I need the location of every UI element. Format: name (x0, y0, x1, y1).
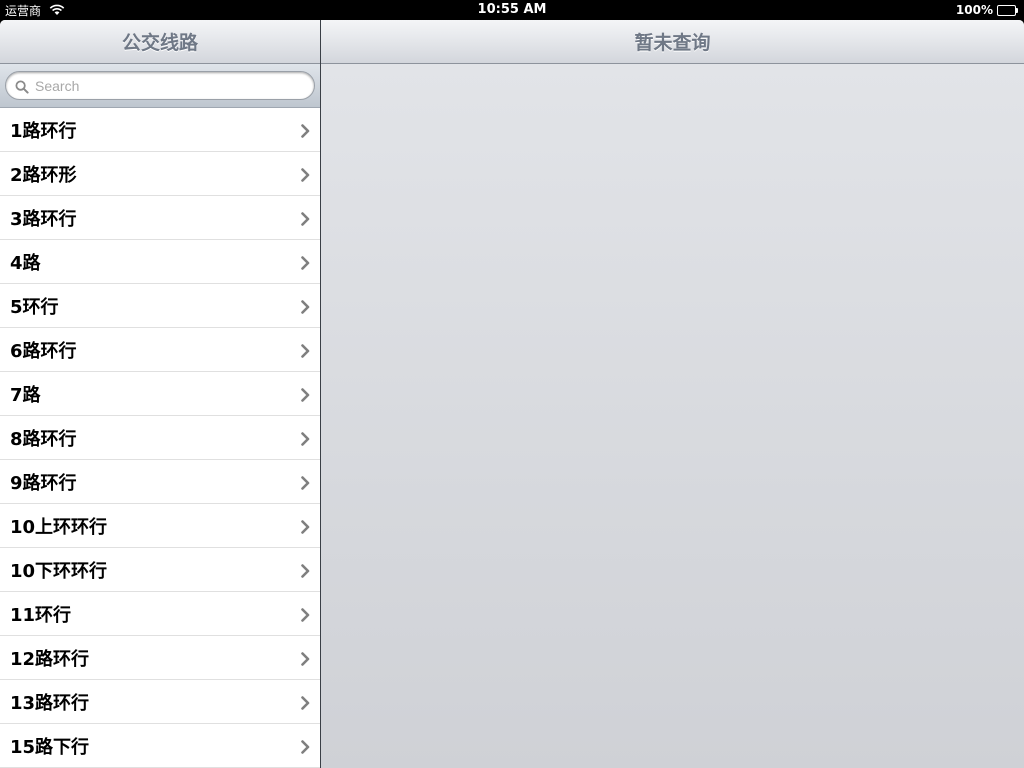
chevron-right-icon (301, 299, 310, 314)
search-input[interactable] (35, 77, 285, 94)
route-label: 2路环形 (10, 164, 77, 186)
search-field[interactable] (5, 71, 315, 100)
route-list-item[interactable]: 10下环环行 (0, 548, 320, 592)
route-list-item[interactable]: 15路下行 (0, 724, 320, 768)
route-list-item[interactable]: 1路环行 (0, 108, 320, 152)
route-label: 3路环行 (10, 208, 77, 230)
route-label: 15路下行 (10, 736, 90, 758)
route-list-item[interactable]: 6路环行 (0, 328, 320, 372)
route-label: 10下环环行 (10, 560, 108, 582)
route-list-item[interactable]: 4路 (0, 240, 320, 284)
chevron-right-icon (301, 695, 310, 710)
route-label: 8路环行 (10, 428, 77, 450)
status-time: 10:55 AM (477, 2, 547, 17)
route-label: 9路环行 (10, 472, 77, 494)
route-list-item[interactable]: 8路环行 (0, 416, 320, 460)
chevron-right-icon (301, 255, 310, 270)
chevron-right-icon (301, 123, 310, 138)
route-list-item[interactable]: 10上环环行 (0, 504, 320, 548)
chevron-right-icon (301, 431, 310, 446)
route-list-item[interactable]: 12路环行 (0, 636, 320, 680)
battery-percentage: 100% (955, 3, 993, 17)
route-list-item[interactable]: 7路 (0, 372, 320, 416)
master-navbar: 公交线路 (0, 20, 320, 64)
master-title: 公交线路 (121, 32, 198, 54)
route-label: 6路环行 (10, 340, 77, 362)
route-label: 13路环行 (10, 692, 90, 714)
route-list-item[interactable]: 3路环行 (0, 196, 320, 240)
search-icon (15, 79, 29, 94)
route-label: 10上环环行 (10, 516, 108, 538)
route-list-item[interactable]: 5环行 (0, 284, 320, 328)
route-label: 4路 (10, 252, 41, 274)
chevron-right-icon (301, 343, 310, 358)
route-list-item[interactable]: 13路环行 (0, 680, 320, 724)
route-list-item[interactable]: 9路环行 (0, 460, 320, 504)
chevron-right-icon (301, 739, 310, 754)
chevron-right-icon (301, 651, 310, 666)
chevron-right-icon (301, 563, 310, 578)
chevron-right-icon (301, 211, 310, 226)
detail-navbar: 暂未查询 (321, 20, 1024, 64)
route-label: 12路环行 (10, 648, 90, 670)
master-pane: 公交线路 1路环行 2路环形 3路环行 4路 5环行 6路环行 7路 8路环行 9路环行 10上环… (0, 20, 320, 768)
battery-icon (997, 4, 1019, 16)
search-bar (0, 64, 320, 108)
chevron-right-icon (301, 519, 310, 534)
route-label: 11环行 (10, 604, 72, 626)
route-list-item[interactable]: 2路环形 (0, 152, 320, 196)
route-label: 1路环行 (10, 120, 77, 142)
chevron-right-icon (301, 607, 310, 622)
status-bar: 运营商 10:55 AM 100% (0, 0, 1024, 20)
route-label: 5环行 (10, 296, 59, 318)
chevron-right-icon (301, 387, 310, 402)
route-label: 7路 (10, 384, 41, 406)
route-list-item[interactable]: 11环行 (0, 592, 320, 636)
chevron-right-icon (301, 475, 310, 490)
route-list: 1路环行 2路环形 3路环行 4路 5环行 6路环行 7路 8路环行 9路环行 10上环环行 10下… (0, 108, 320, 768)
detail-title: 暂未查询 (634, 32, 711, 54)
detail-pane: 暂未查询 (321, 20, 1024, 768)
chevron-right-icon (301, 167, 310, 182)
status-right: 100% (956, 3, 1019, 17)
